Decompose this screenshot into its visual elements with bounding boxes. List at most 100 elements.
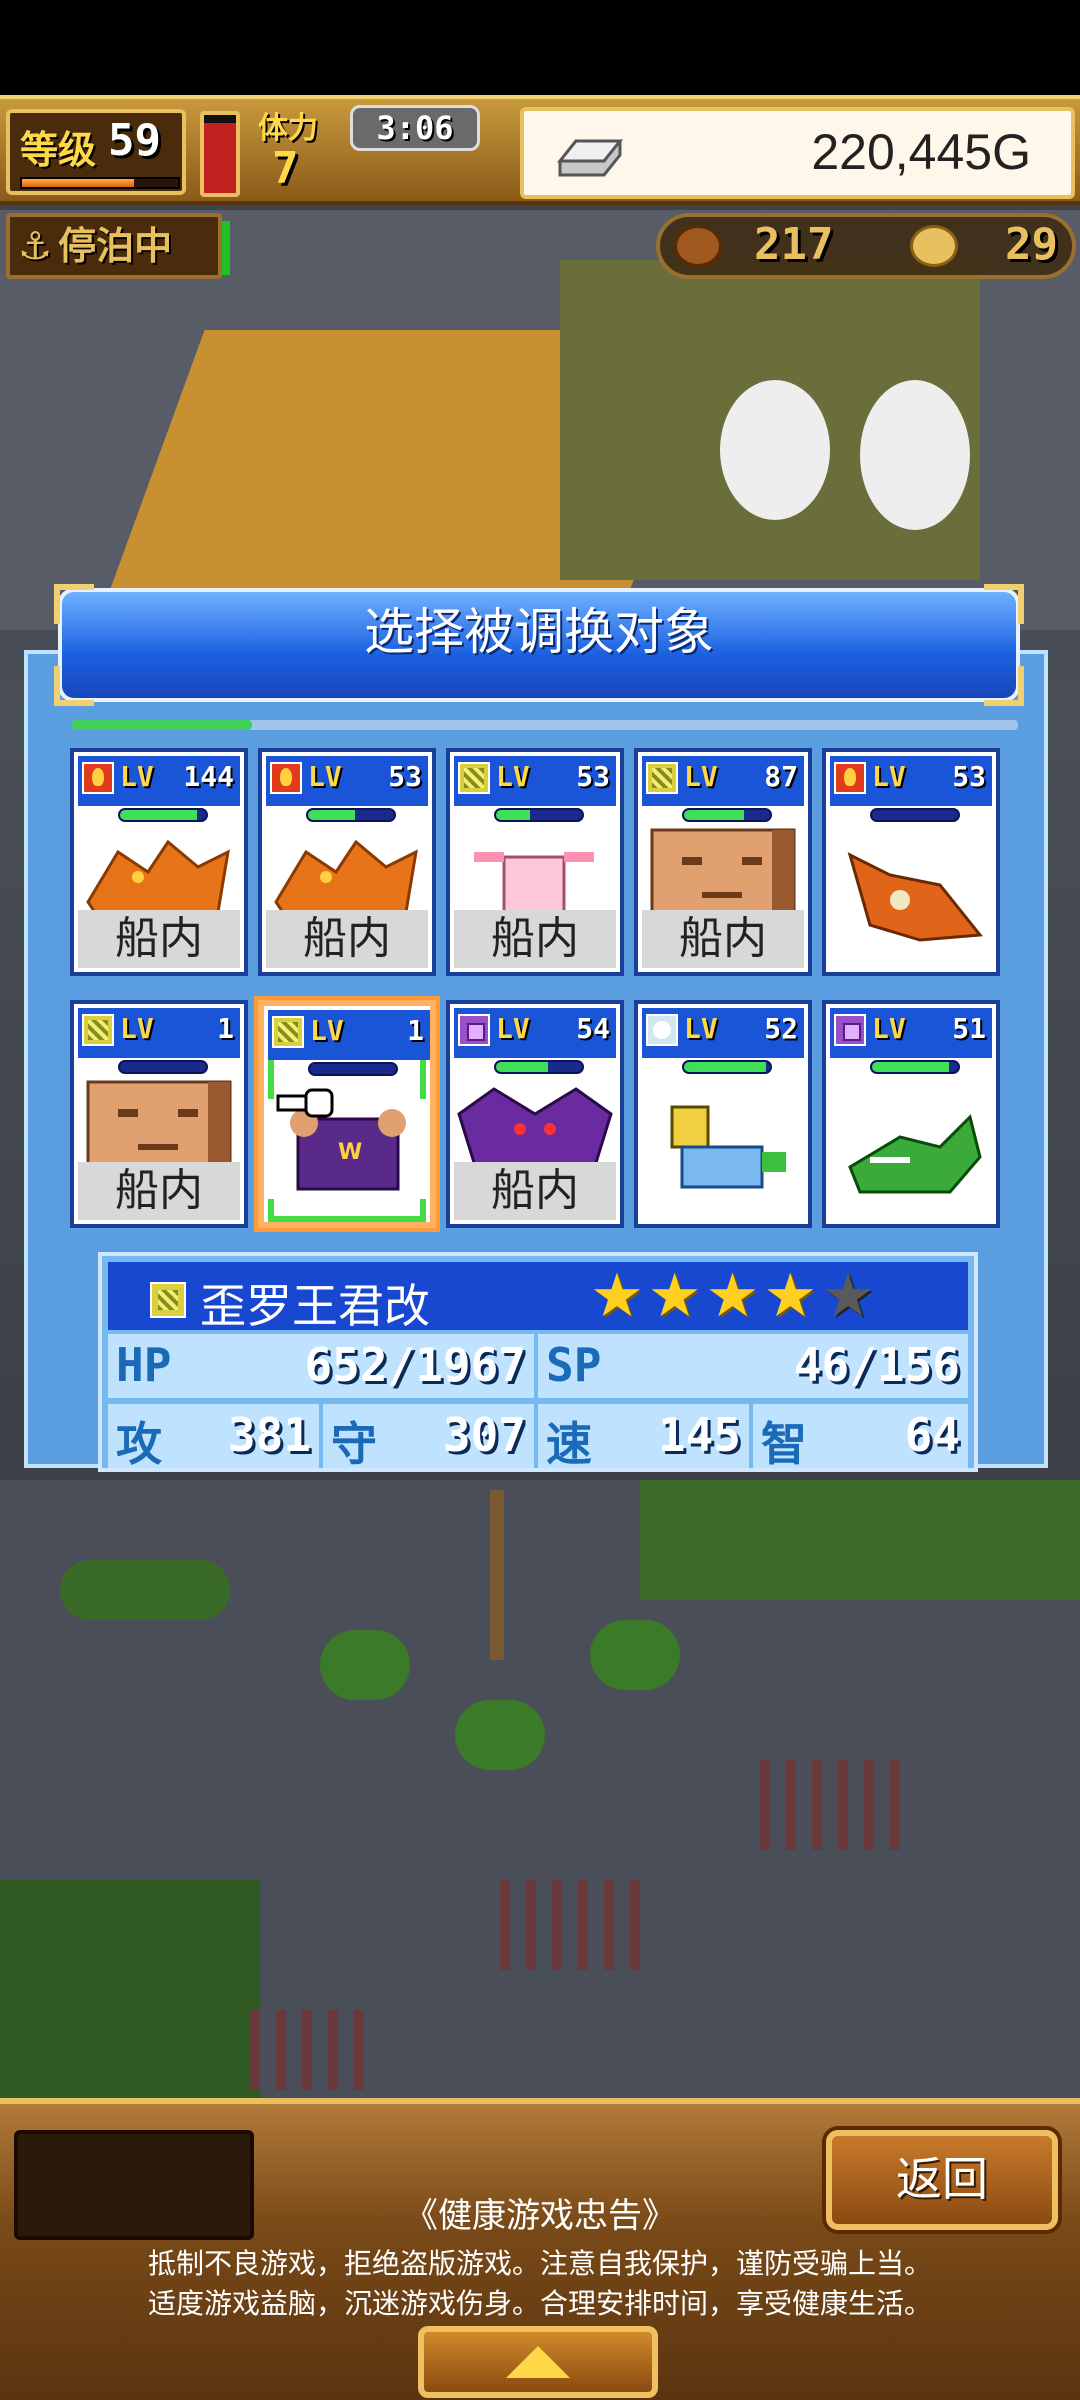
intelligence-value: 64 [904,1408,960,1462]
level-number: 1 [407,1014,424,1047]
monster-card[interactable]: LV 53 [822,748,1000,976]
card-level-header: LV 1 [268,1010,430,1060]
hp-bar-fill [308,810,356,820]
pointer-hand-icon [276,1088,334,1118]
location-label: 船内 [78,1162,240,1220]
health-notice-title: 《健康游戏忠告》 [404,2196,676,2236]
intelligence-stat: 智 64 [753,1404,968,1471]
sp-stat: SP 46/156 [538,1334,968,1398]
hp-sp-row: HP 652/1967 SP 46/156 [108,1334,968,1398]
defense-label: 守 [331,1417,377,1471]
card-level-header: LV 53 [830,756,992,806]
hp-bar [682,1060,772,1074]
level-number: 53 [576,760,610,793]
sp-value: 46/156 [793,1338,960,1392]
axolotl-icon [454,822,616,922]
speed-label: 速 [546,1417,592,1471]
monster-card[interactable]: LV 144 船内 [70,748,248,976]
top-hud: 等级 59 体力 7 3:06 220,445G [0,95,1080,205]
hp-bar [494,1060,584,1074]
hp-label: HP [116,1338,172,1392]
stone-face-icon [642,822,804,924]
expand-menu-button[interactable] [418,2326,658,2398]
card-level-header: LV 53 [454,756,616,806]
dialog-title-bar: 选择被调换对象 [54,584,1024,706]
filled-star-icon: ★ [763,1261,818,1331]
sp-label: SP [546,1338,602,1392]
empty-star-icon: ★ [821,1261,875,1331]
monster-card[interactable]: LV 52 [634,1000,812,1228]
location-label: 船内 [454,910,616,968]
card-level-header: LV 54 [454,1008,616,1058]
level-label: LV [310,1014,344,1047]
defense-value: 307 [442,1408,526,1462]
level-exp-bar [20,177,180,189]
health-notice-line-2: 适度游戏益脑，沉迷游戏伤身。合理安排时间，享受健康生活。 [147,2287,932,2320]
dialog-title: 选择被调换对象 [364,603,714,661]
level-label: 等级 [20,128,97,172]
hp-bar [870,808,960,822]
hp-bar-fill [496,810,531,820]
status-row: ⚓ 停泊中 217 29 [0,205,1080,287]
coin-icon [910,225,958,267]
monster-card[interactable]: LV 54 船内 [446,1000,624,1228]
hp-bar-fill [496,1062,548,1072]
card-level-header: LV 87 [642,756,804,806]
level-label: LV [684,760,718,793]
food-count: 217 [754,219,834,270]
hp-bar [118,1060,208,1074]
hp-bar-fill [120,810,198,820]
silver-ingot-icon [556,139,624,177]
resource-display: 217 29 [656,213,1076,279]
location-label: 船内 [78,910,240,968]
dock-indicator [222,221,230,275]
fire-attribute-icon [270,762,302,794]
attack-label: 攻 [116,1417,162,1471]
level-number: 54 [576,1012,610,1045]
monster-card[interactable]: LV 51 [822,1000,1000,1228]
earth-attribute-icon [646,762,678,794]
monster-card[interactable]: LV 53 船内 [258,748,436,976]
monster-card[interactable]: LV 1 船内 [70,1000,248,1228]
speed-stat: 速 145 [538,1404,753,1471]
card-level-header: LV 1 [78,1008,240,1058]
level-number: 53 [388,760,422,793]
green-crocodile-icon [830,1074,992,1220]
monster-card[interactable]: LV 87 船内 [634,748,812,976]
dialog-progress-bar [72,720,1018,730]
level-value: 59 [108,115,161,166]
svg-text:W: W [338,1140,362,1165]
card-level-header: LV 53 [266,756,428,806]
card-level-header: LV 52 [642,1008,804,1058]
hp-value: 652/1967 [304,1338,526,1392]
food-icon [674,225,722,267]
earth-attribute-icon [150,1282,186,1318]
wind-attribute-icon [646,1014,678,1046]
orange-dragon-icon [78,822,240,922]
hp-bar [682,808,772,822]
level-number: 51 [952,1012,986,1045]
hp-bar [306,808,396,822]
stamina-gauge [200,111,240,197]
hp-bar-fill [872,1062,950,1072]
monster-info-panel: 歪罗王君改 ★ ★ ★ ★ ★ HP 652/1967 SP 46/156 攻 381 … [98,1252,978,1472]
gold-value: 220,445G [811,124,1031,180]
location-label: 船内 [454,1162,616,1220]
level-label: LV [120,1012,154,1045]
level-label: LV [120,760,154,793]
hp-bar-fill [684,1062,766,1072]
dark-attribute-icon [834,1014,866,1046]
stone-face-icon [78,1074,240,1176]
dock-status-button[interactable]: ⚓ 停泊中 [6,213,222,279]
dock-status-label: 停泊中 [58,224,173,268]
gold-display: 220,445G [520,107,1075,199]
player-level-box: 等级 59 [6,109,186,195]
level-label: LV [872,1012,906,1045]
card-level-header: LV 51 [830,1008,992,1058]
fire-attribute-icon [82,762,114,794]
monster-card[interactable]: LV 53 船内 [446,748,624,976]
level-label: LV [872,760,906,793]
stamina-label: 体力 [258,111,318,146]
defense-stat: 守 307 [323,1404,538,1471]
level-number: 144 [183,760,234,793]
